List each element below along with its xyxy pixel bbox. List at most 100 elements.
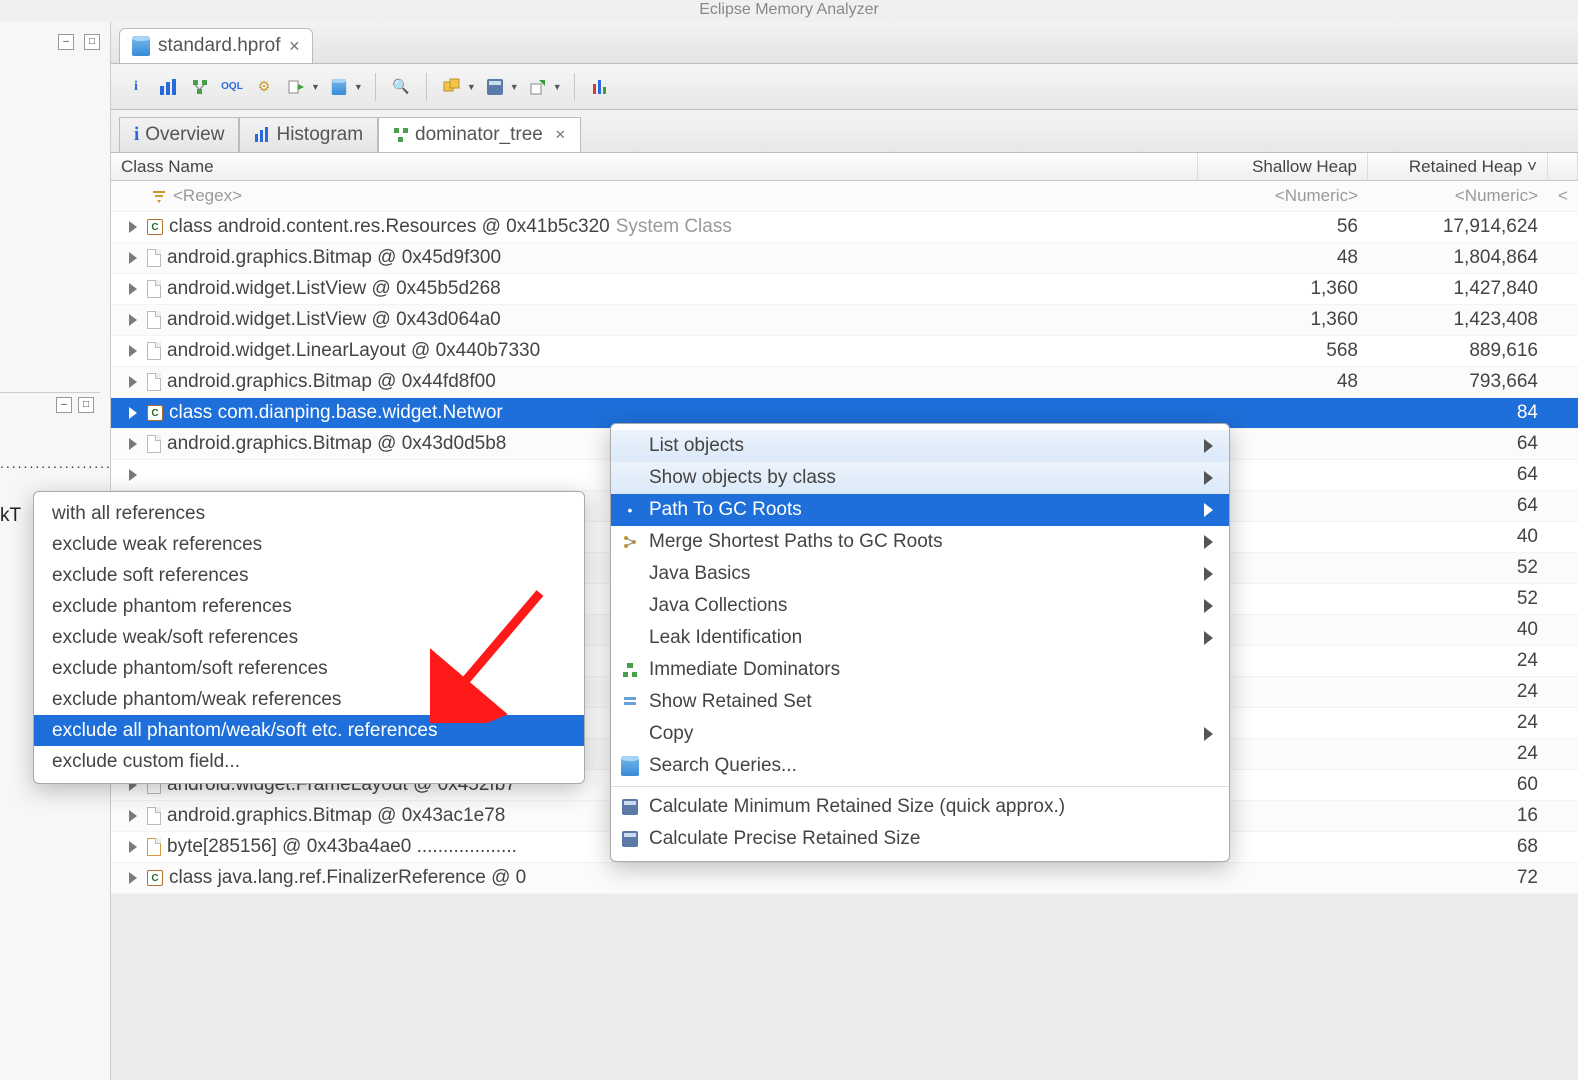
submenu-item[interactable]: exclude phantom/soft references <box>34 653 584 684</box>
row-retained: 24 <box>1368 708 1548 738</box>
expand-icon[interactable] <box>129 345 137 357</box>
row-retained: 24 <box>1368 739 1548 769</box>
gears-icon[interactable]: ⚙ <box>251 74 277 100</box>
minimize-icon[interactable]: ‒ <box>58 34 74 50</box>
tab-label: Histogram <box>276 124 363 146</box>
menu-item[interactable]: Search Queries... <box>611 750 1229 782</box>
windows-icon[interactable] <box>439 74 465 100</box>
submenu-item[interactable]: exclude soft references <box>34 560 584 591</box>
db-action-icon[interactable] <box>326 74 352 100</box>
expand-icon[interactable] <box>129 252 137 264</box>
submenu-item[interactable]: with all references <box>34 498 584 529</box>
expand-icon[interactable] <box>129 376 137 388</box>
pane-max-icon[interactable]: □ <box>78 397 94 413</box>
menu-item[interactable]: Leak Identification <box>611 622 1229 654</box>
search-icon[interactable]: 🔍 <box>388 74 414 100</box>
run-icon[interactable] <box>283 74 309 100</box>
row-shallow: 56 <box>1198 212 1368 242</box>
side-pane: ‒ □ <box>0 392 100 452</box>
menu-item[interactable]: Calculate Minimum Retained Size (quick a… <box>611 791 1229 823</box>
dropdown-arrow-icon[interactable]: ▼ <box>510 82 519 92</box>
menu-item[interactable]: Java Basics <box>611 558 1229 590</box>
close-icon[interactable]: ✕ <box>289 38 301 55</box>
table-row[interactable]: android.graphics.Bitmap @ 0x45d9f300481,… <box>111 243 1578 274</box>
submenu-item[interactable]: exclude weak/soft references <box>34 622 584 653</box>
filter-classname[interactable]: <Regex> <box>111 181 1198 211</box>
expand-icon[interactable] <box>129 314 137 326</box>
expand-icon[interactable] <box>129 841 137 853</box>
dominator-tree-icon[interactable] <box>187 74 213 100</box>
submenu-item[interactable]: exclude phantom references <box>34 591 584 622</box>
submenu-arrow-icon <box>1204 599 1213 613</box>
table-row[interactable]: Cclass java.lang.ref.FinalizerReference … <box>111 863 1578 894</box>
menu-item[interactable]: Show objects by class <box>611 462 1229 494</box>
col-class-name[interactable]: Class Name <box>111 153 1198 180</box>
calculator-icon <box>621 830 639 848</box>
tab-label: dominator_tree <box>415 124 543 146</box>
submenu-item[interactable]: exclude custom field... <box>34 746 584 777</box>
table-row[interactable]: android.widget.LinearLayout @ 0x440b7330… <box>111 336 1578 367</box>
menu-label: Search Queries... <box>649 755 797 777</box>
expand-icon[interactable] <box>129 221 137 233</box>
expand-icon[interactable] <box>129 872 137 884</box>
object-icon <box>147 342 161 360</box>
restore-icon[interactable]: □ <box>84 34 100 50</box>
close-icon[interactable]: ✕ <box>555 127 566 143</box>
class-icon: C <box>147 219 163 235</box>
row-retained: 24 <box>1368 646 1548 676</box>
bar-chart-icon[interactable] <box>587 74 613 100</box>
histogram-icon[interactable] <box>155 74 181 100</box>
histogram-icon <box>254 127 270 143</box>
truncated-text: kT <box>0 505 21 527</box>
filter-retained[interactable]: <Numeric> <box>1368 181 1548 211</box>
export-icon[interactable] <box>525 74 551 100</box>
row-shallow: 1,360 <box>1198 305 1368 335</box>
dropdown-arrow-icon[interactable]: ▼ <box>553 82 562 92</box>
menu-item[interactable]: Calculate Precise Retained Size <box>611 823 1229 855</box>
row-retained: 1,423,408 <box>1368 305 1548 335</box>
row-retained: 84 <box>1368 398 1548 428</box>
expand-icon[interactable] <box>129 810 137 822</box>
menu-item[interactable]: Merge Shortest Paths to GC Roots <box>611 526 1229 558</box>
filter-extra[interactable]: < <box>1548 181 1578 211</box>
tab-overview[interactable]: i Overview <box>119 117 239 152</box>
context-menu: List objectsShow objects by class•Path T… <box>610 423 1230 862</box>
menu-item[interactable]: •Path To GC Roots <box>611 494 1229 526</box>
submenu-item[interactable]: exclude weak references <box>34 529 584 560</box>
submenu-arrow-icon <box>1204 567 1213 581</box>
dropdown-arrow-icon[interactable]: ▼ <box>467 82 476 92</box>
menu-item[interactable]: Show Retained Set <box>611 686 1229 718</box>
file-tab[interactable]: standard.hprof ✕ <box>119 28 313 63</box>
table-row[interactable]: android.widget.ListView @ 0x45b5d2681,36… <box>111 274 1578 305</box>
calc-icon[interactable] <box>482 74 508 100</box>
expand-icon[interactable] <box>129 469 137 481</box>
menu-item[interactable]: Immediate Dominators <box>611 654 1229 686</box>
col-extra[interactable] <box>1548 153 1578 180</box>
submenu-arrow-icon <box>1204 727 1213 741</box>
dropdown-arrow-icon[interactable]: ▼ <box>354 82 363 92</box>
table-row[interactable]: android.graphics.Bitmap @ 0x44fd8f004879… <box>111 367 1578 398</box>
filter-shallow[interactable]: <Numeric> <box>1198 181 1368 211</box>
expand-icon[interactable] <box>129 283 137 295</box>
submenu-item[interactable]: exclude all phantom/weak/soft etc. refer… <box>34 715 584 746</box>
table-row[interactable]: Cclass android.content.res.Resources @ 0… <box>111 212 1578 243</box>
expand-icon[interactable] <box>129 407 137 419</box>
submenu-arrow-icon <box>1204 439 1213 453</box>
submenu-item[interactable]: exclude phantom/weak references <box>34 684 584 715</box>
tab-dominator-tree[interactable]: dominator_tree ✕ <box>378 117 581 152</box>
object-icon <box>147 807 161 825</box>
dropdown-arrow-icon[interactable]: ▼ <box>311 82 320 92</box>
row-shallow <box>1198 863 1368 893</box>
col-retained-heap[interactable]: Retained Heap ˅ <box>1368 153 1548 180</box>
col-shallow-heap[interactable]: Shallow Heap <box>1198 153 1368 180</box>
expand-icon[interactable] <box>129 438 137 450</box>
tab-histogram[interactable]: Histogram <box>239 117 378 152</box>
menu-item[interactable]: Copy <box>611 718 1229 750</box>
pane-min-icon[interactable]: ‒ <box>56 397 72 413</box>
menu-item[interactable]: List objects <box>611 430 1229 462</box>
menu-item[interactable]: Java Collections <box>611 590 1229 622</box>
oql-icon[interactable]: OQL <box>219 74 245 100</box>
filter-row: <Regex> <Numeric> <Numeric> < <box>111 181 1578 212</box>
table-row[interactable]: android.widget.ListView @ 0x43d064a01,36… <box>111 305 1578 336</box>
info-icon[interactable]: i <box>123 74 149 100</box>
